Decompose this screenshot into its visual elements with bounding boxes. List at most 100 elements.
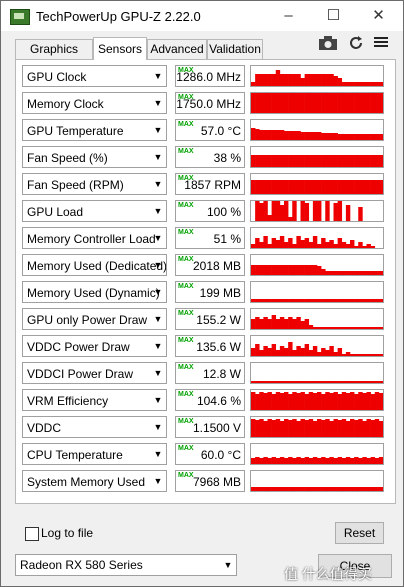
tab-graphics-card[interactable]: Graphics Card (15, 39, 93, 75)
graph-bar (279, 155, 285, 167)
graph-bar (275, 458, 281, 464)
sensor-value-box[interactable]: MAX 1857 RPM (175, 173, 245, 195)
title-bar[interactable]: TechPowerUp GPU-Z 2.22.0 – ☐ ✕ (1, 1, 403, 31)
sensor-name-dropdown[interactable]: GPU Clock ▼ (22, 65, 167, 87)
graph-bar (341, 180, 347, 194)
sensor-value-box[interactable]: MAX 60.0 °C (175, 443, 245, 465)
sensor-value-box[interactable]: MAX 7968 MB (175, 470, 245, 492)
graph-bar (345, 93, 351, 113)
graph-bar (333, 155, 338, 167)
sensor-name-dropdown[interactable]: VDDCI Power Draw ▼ (22, 362, 167, 384)
chevron-down-icon: ▼ (153, 314, 163, 324)
graph-bar (366, 354, 371, 356)
graph-bar (354, 134, 359, 140)
graph-bar (308, 392, 314, 410)
sensor-value-box[interactable]: MAX 135.6 W (175, 335, 245, 357)
sensor-name-dropdown[interactable]: GPU only Power Draw ▼ (22, 308, 167, 330)
graph-bar (325, 419, 330, 437)
sensor-name-dropdown[interactable]: Fan Speed (RPM) ▼ (22, 173, 167, 195)
graph-bar (292, 319, 297, 329)
graph-bar (284, 392, 289, 410)
tab-validation[interactable]: Validation (207, 39, 263, 59)
reset-button[interactable]: Reset (335, 522, 384, 544)
graph-bar (341, 134, 347, 140)
graph-bar (304, 457, 310, 464)
graph-bar (279, 487, 285, 491)
graph-bar (308, 487, 314, 491)
sensor-name-dropdown[interactable]: VDDC ▼ (22, 416, 167, 438)
graph-bar (378, 421, 383, 437)
graph-bar (271, 299, 277, 302)
graph-bar (350, 392, 355, 410)
sensor-name-dropdown[interactable]: Memory Controller Load ▼ (22, 227, 167, 249)
close-window-button[interactable]: ✕ (356, 1, 401, 31)
graph-bar (300, 201, 305, 221)
graph-bar (271, 238, 277, 248)
sensor-value-box[interactable]: MAX 57.0 °C (175, 119, 245, 141)
graph-bar (337, 348, 343, 356)
sensor-value-box[interactable]: MAX 1286.0 MHz (175, 65, 245, 87)
camera-icon[interactable] (317, 35, 339, 55)
graph-bar (267, 419, 272, 437)
graph-bar (267, 244, 272, 248)
sensor-value-box[interactable]: MAX 100 % (175, 200, 245, 222)
sensor-value-box[interactable]: MAX 104.6 % (175, 389, 245, 411)
graph-bar (337, 327, 343, 329)
sensor-name-dropdown[interactable]: Fan Speed (%) ▼ (22, 146, 167, 168)
log-to-file-checkbox[interactable] (25, 527, 39, 541)
sensor-name-dropdown[interactable]: GPU Temperature ▼ (22, 119, 167, 141)
sensor-value-box[interactable]: MAX 12.8 W (175, 362, 245, 384)
sensor-name-dropdown[interactable]: GPU Load ▼ (22, 200, 167, 222)
graph-bar (333, 352, 338, 356)
tab-sensors[interactable]: Sensors (93, 37, 147, 60)
chevron-down-icon: ▼ (153, 179, 163, 189)
graph-bar (362, 134, 367, 140)
graph-bar (296, 265, 301, 275)
sensor-name-dropdown[interactable]: System Memory Used ▼ (22, 470, 167, 492)
sensor-value: 135.6 W (196, 340, 241, 354)
max-indicator: MAX (178, 148, 194, 155)
sensor-value-box[interactable]: MAX 199 MB (175, 281, 245, 303)
sensor-value-box[interactable]: MAX 1750.0 MHz (175, 92, 245, 114)
sensor-name-dropdown[interactable]: Memory Used (Dedicated) ▼ (22, 254, 167, 276)
graph-bar (259, 350, 264, 356)
sensor-value-box[interactable]: MAX 2018 MB (175, 254, 245, 276)
graph-bar (263, 421, 268, 437)
minimize-button[interactable]: – (266, 1, 311, 31)
sensor-value-box[interactable]: MAX 51 % (175, 227, 245, 249)
menu-icon[interactable] (370, 35, 392, 55)
graph-bar (345, 155, 351, 167)
graph-bar (358, 207, 363, 221)
sensor-value: 1857 RPM (184, 178, 241, 192)
sensor-name-dropdown[interactable]: Memory Clock ▼ (22, 92, 167, 114)
graph-bar (321, 487, 326, 491)
graph-bar (263, 236, 268, 248)
graph-bar (358, 419, 363, 437)
sensor-value-box[interactable]: MAX 1.1500 V (175, 416, 245, 438)
graph-bar (304, 265, 310, 275)
graph-bar (333, 271, 338, 275)
sensor-name-dropdown[interactable]: CPU Temperature ▼ (22, 443, 167, 465)
max-indicator: MAX (178, 445, 194, 452)
sensor-name-dropdown[interactable]: Memory Used (Dynamic) ▼ (22, 281, 167, 303)
graph-bar (329, 421, 334, 437)
refresh-icon[interactable] (345, 35, 367, 55)
gpu-select[interactable]: Radeon RX 580 Series ▼ (15, 554, 237, 576)
graph-bar (279, 265, 285, 275)
graph-bar (288, 238, 293, 248)
graph-bar (370, 354, 376, 356)
sensor-name-dropdown[interactable]: VDDC Power Draw ▼ (22, 335, 167, 357)
graph-bar (354, 457, 359, 464)
sensor-name-dropdown[interactable]: VRM Efficiency ▼ (22, 389, 167, 411)
sensor-value-box[interactable]: MAX 155.2 W (175, 308, 245, 330)
max-indicator: MAX (178, 229, 194, 236)
graph-bar (358, 299, 363, 302)
tab-advanced[interactable]: Advanced (147, 39, 207, 59)
sensor-value-box[interactable]: MAX 38 % (175, 146, 245, 168)
maximize-button[interactable]: ☐ (311, 1, 356, 31)
graph-bar (378, 180, 383, 194)
sensor-name-label: Memory Used (Dedicated) (27, 259, 167, 273)
graph-bar (374, 82, 380, 86)
graph-bar (312, 381, 318, 383)
graph-bar (255, 238, 260, 248)
